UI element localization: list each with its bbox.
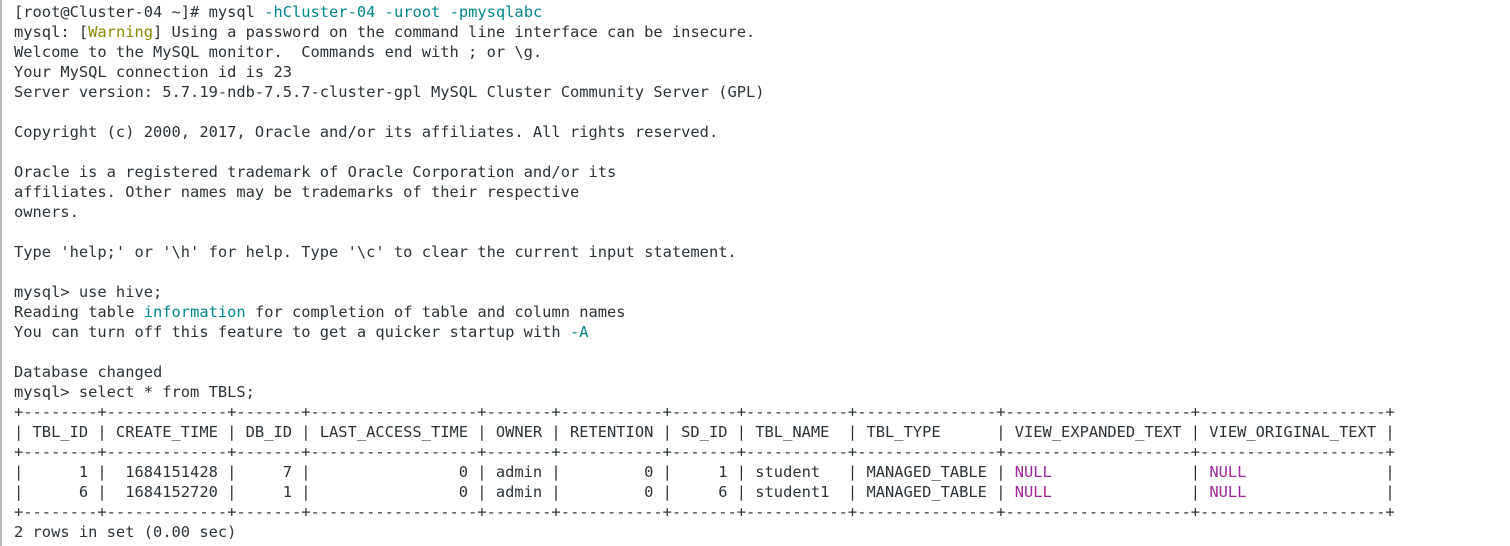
result-table-rule-top: +--------+-------------+-------+--------… — [14, 403, 1395, 421]
row-1-leading-cells: | 6 | 1684152720 | 1 | 0 | admin | 0 | 6… — [14, 483, 1015, 501]
row-1-view-expanded-text: NULL — [1014, 483, 1052, 501]
mysql-host-flag: -hCluster-04 — [264, 3, 376, 21]
trademark-line-1: Oracle is a registered trademark of Orac… — [14, 163, 617, 181]
warning-prefix: mysql: [ — [14, 23, 89, 41]
database-changed-line: Database changed — [14, 363, 163, 381]
trademark-line-2: affiliates. Other names may be trademark… — [14, 183, 580, 201]
select-command-line: mysql> select * from TBLS; — [14, 383, 255, 401]
result-table-header-row: | TBL_ID | CREATE_TIME | DB_ID | LAST_AC… — [14, 423, 1395, 441]
reading-table-info-line: Reading table information for completion… — [14, 302, 1510, 322]
server-version-line: Server version: 5.7.19-ndb-7.5.7-cluster… — [14, 83, 765, 101]
space-1 — [375, 3, 384, 21]
result-table-rule-mid: +--------+-------------+-------+--------… — [14, 443, 1395, 461]
terminal-window[interactable]: [root@Cluster-04 ~]# mysql -hCluster-04 … — [0, 0, 1510, 546]
use-database-command-line: mysql> use hive; — [14, 283, 163, 301]
row-0-leading-cells: | 1 | 1684151428 | 7 | 0 | admin | 0 | 1… — [14, 463, 1015, 481]
quicker-startup-prefix: You can turn off this feature to get a q… — [14, 323, 570, 341]
quicker-startup-line: You can turn off this feature to get a q… — [14, 322, 1510, 342]
row-1-middle-padding: | — [1051, 483, 1210, 501]
mysql-user-flag: -uroot — [384, 3, 441, 21]
reading-prefix: Reading table — [14, 303, 144, 321]
copyright-line: Copyright (c) 2000, 2017, Oracle and/or … — [14, 123, 719, 141]
trademark-line-3: owners. — [14, 203, 79, 221]
warning-message: ] Using a password on the command line i… — [153, 23, 756, 41]
table-row: | 6 | 1684152720 | 1 | 0 | admin | 0 | 6… — [14, 482, 1510, 502]
row-0-view-expanded-text: NULL — [1014, 463, 1052, 481]
result-summary-line: 2 rows in set (0.00 sec) — [14, 523, 237, 541]
row-0-middle-padding: | — [1051, 463, 1210, 481]
shell-command-line: [root@Cluster-04 ~]# mysql -hCluster-04 … — [14, 2, 1510, 22]
result-table-rule-bottom: +--------+-------------+-------+--------… — [14, 503, 1395, 521]
row-0-trailing-padding: | — [1246, 463, 1395, 481]
row-1-trailing-padding: | — [1246, 483, 1395, 501]
no-auto-rehash-flag: -A — [569, 323, 589, 341]
help-hint-line: Type 'help;' or '\h' for help. Type '\c'… — [14, 243, 737, 261]
connection-id-line: Your MySQL connection id is 23 — [14, 63, 292, 81]
reading-suffix: for completion of table and column names — [245, 303, 626, 321]
mysql-password-flag: -pmysqlabc — [449, 3, 543, 21]
information-keyword: information — [143, 303, 246, 321]
shell-prompt: [root@Cluster-04 ~]# mysql — [14, 3, 265, 21]
warning-label: Warning — [88, 23, 154, 41]
table-row: | 1 | 1684151428 | 7 | 0 | admin | 0 | 1… — [14, 462, 1510, 482]
welcome-line: Welcome to the MySQL monitor. Commands e… — [14, 43, 543, 61]
space-2 — [440, 3, 449, 21]
warning-line: mysql: [Warning] Using a password on the… — [14, 22, 1510, 42]
row-0-view-original-text: NULL — [1209, 463, 1247, 481]
row-1-view-original-text: NULL — [1209, 483, 1247, 501]
